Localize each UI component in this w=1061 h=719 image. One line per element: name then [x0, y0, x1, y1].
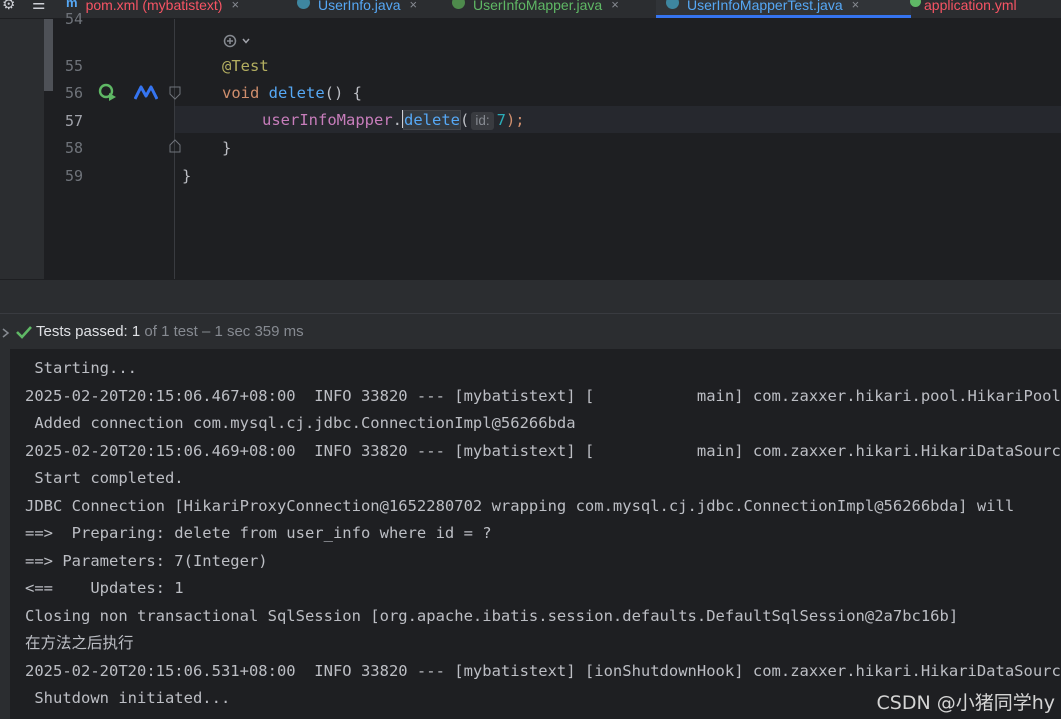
editor-scrollbar[interactable]	[44, 19, 53, 91]
tab-application-yml[interactable]: application.yml	[910, 0, 1017, 18]
yaml-icon	[910, 0, 921, 7]
method-call-line[interactable]: userInfoMapper. delete(id: 7);	[262, 110, 525, 130]
test-detail: of 1 test – 1 sec 359 ms	[144, 323, 304, 340]
project-tool-strip	[0, 19, 53, 279]
punctuation: () {	[324, 84, 362, 102]
field-reference: userInfoMapper	[262, 111, 393, 129]
console-line: Start completed.	[25, 469, 184, 487]
fold-icon[interactable]	[169, 86, 181, 100]
test-count: 1	[131, 323, 141, 340]
class-icon	[666, 0, 679, 9]
method-call-name: delete	[403, 110, 461, 130]
close-icon[interactable]: ×	[852, 0, 860, 11]
tab-userinfomappertest-java[interactable]: UserInfoMapperTest.java ×	[656, 0, 911, 18]
check-icon	[16, 326, 32, 339]
console-output[interactable]: Starting... 2025-02-20T20:15:06.467+08:0…	[10, 349, 1061, 719]
paren-close: );	[505, 111, 525, 129]
gear-icon[interactable]: ⚙	[2, 0, 15, 14]
watermark: CSDN @小猪同学hy	[876, 692, 1056, 714]
tab-label: UserInfoMapper.java	[473, 0, 603, 13]
line-number: 55	[64, 57, 83, 75]
closing-brace: }	[222, 139, 232, 157]
chevron-right-icon[interactable]	[2, 328, 10, 338]
test-status-label: Tests passed:	[36, 323, 128, 340]
console-line: <== Updates: 1	[25, 579, 184, 597]
method-name: delete	[268, 84, 325, 102]
editor-tab-bar: ⚙ ☰ m pom.xml (mybatistext) × UserInfo.jav…	[0, 0, 1061, 19]
console-line: ==> Parameters: 7(Integer)	[25, 552, 268, 570]
console-line: Shutdown initiated...	[25, 689, 231, 707]
closing-brace: }	[182, 167, 192, 185]
code-editor[interactable]	[175, 19, 1061, 279]
tab-userinfomapper-java[interactable]: UserInfoMapper.java ×	[452, 0, 619, 18]
interface-icon	[452, 0, 465, 9]
console-line: 2025-02-20T20:15:06.467+08:00 INFO 33820…	[25, 387, 1061, 405]
close-icon[interactable]: ×	[611, 0, 619, 11]
run-test-icon[interactable]	[98, 82, 118, 102]
line-number: 56	[64, 84, 83, 102]
console-line: JDBC Connection [HikariProxyConnection@1…	[25, 497, 1015, 515]
close-icon[interactable]: ×	[409, 0, 417, 11]
tab-label: pom.xml (mybatistext)	[85, 0, 223, 13]
ai-assistant-icon[interactable]	[222, 33, 258, 49]
parameter-hint: id:	[471, 112, 494, 130]
mybatis-navigate-icon[interactable]	[134, 84, 158, 100]
paren-open: (	[460, 111, 470, 129]
console-line: Starting...	[25, 359, 137, 377]
tab-label: UserInfo.java	[318, 0, 401, 13]
console-line: 在方法之后执行	[25, 634, 134, 652]
line-number: 57	[64, 112, 83, 130]
tool-window-header	[0, 279, 1061, 314]
maven-icon: m	[66, 0, 78, 10]
console-line: 2025-02-20T20:15:06.531+08:00 INFO 33820…	[25, 662, 1061, 680]
tab-label: application.yml	[924, 0, 1017, 13]
hamburger-icon[interactable]: ☰	[32, 0, 45, 14]
annotation-test: @Test	[222, 57, 269, 75]
console-line: Closing non transactional SqlSession [or…	[25, 607, 959, 625]
line-number: 54	[64, 10, 83, 28]
console-side-strip	[0, 349, 10, 719]
number-literal: 7	[496, 111, 506, 129]
tab-userinfo-java[interactable]: UserInfo.java ×	[297, 0, 417, 18]
console-line: Added connection com.mysql.cj.jdbc.Conne…	[25, 414, 576, 432]
punctuation: .	[392, 111, 402, 129]
fold-icon[interactable]	[169, 139, 181, 153]
tab-label: UserInfoMapperTest.java	[687, 0, 843, 13]
line-number: 59	[64, 167, 83, 185]
method-declaration: void delete() {	[222, 83, 362, 103]
tab-pom-xml[interactable]: m pom.xml (mybatistext) ×	[66, 0, 239, 18]
test-status-bar: Tests passed: 1 of 1 test – 1 sec 359 ms	[0, 313, 1061, 350]
close-icon[interactable]: ×	[231, 0, 239, 11]
line-number: 58	[64, 139, 83, 157]
class-icon	[297, 0, 310, 9]
console-line: ==> Preparing: delete from user_info whe…	[25, 524, 492, 542]
test-status-text: Tests passed: 1 of 1 test – 1 sec 359 ms	[36, 323, 304, 340]
keyword-void: void	[222, 84, 260, 102]
console-line: 2025-02-20T20:15:06.469+08:00 INFO 33820…	[25, 442, 1061, 460]
